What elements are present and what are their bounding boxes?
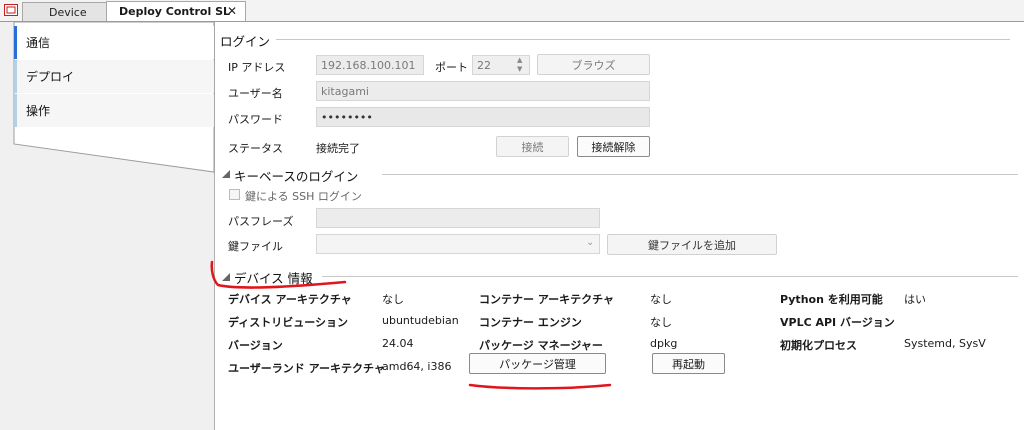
annotation-underline xyxy=(210,260,347,289)
annotation-underline xyxy=(468,383,612,390)
annotation-overlay xyxy=(210,260,612,390)
